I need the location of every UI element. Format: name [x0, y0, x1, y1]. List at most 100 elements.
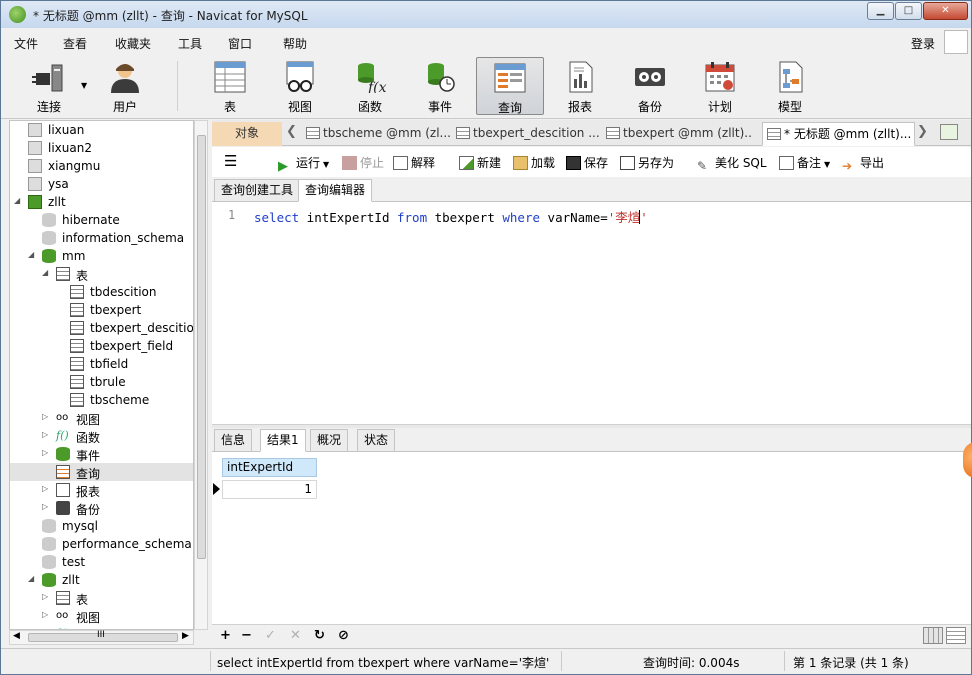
chevron-down-icon[interactable]: ▼	[323, 160, 329, 169]
tab-objects[interactable]: 对象	[212, 122, 282, 146]
menu-favorites[interactable]: 收藏夹	[115, 35, 151, 52]
toolbar-report-button[interactable]: 报表	[546, 57, 614, 115]
menu-tools[interactable]: 工具	[178, 35, 202, 52]
scroll-right-icon[interactable]: ▶	[182, 631, 189, 641]
tree-item-queries[interactable]: 查询	[10, 463, 193, 481]
toolbar-connection-button[interactable]: 连接	[15, 57, 83, 115]
note-button[interactable]: 备注 ▼	[779, 154, 830, 171]
tab-scroll-left-icon[interactable]: ❮	[286, 124, 297, 139]
tree-item-functions[interactable]: ▷ f() 函数	[10, 427, 193, 445]
tree-item-performance-schema[interactable]: performance_schema	[10, 535, 193, 553]
tree-item-lixuan2[interactable]: lixuan2	[10, 139, 193, 157]
toolbar-schedule-button[interactable]: 计划	[686, 57, 754, 115]
collapsed-arrow-icon[interactable]: ▷	[42, 412, 48, 421]
tab-tbexpert-descition[interactable]: tbexpert_descition ...	[452, 122, 602, 146]
tree-item-tbrule[interactable]: tbrule	[10, 373, 193, 391]
toolbar-user-button[interactable]: 用户	[91, 57, 159, 115]
tab-tbscheme[interactable]: tbscheme @mm (zl...	[302, 122, 452, 146]
toolbar-event-button[interactable]: 事件	[406, 57, 474, 115]
expanded-arrow-icon[interactable]: ◢	[28, 574, 34, 583]
expanded-arrow-icon[interactable]: ◢	[42, 268, 48, 277]
tree-item-tbscheme[interactable]: tbscheme	[10, 391, 193, 409]
tree-hscroll-thumb[interactable]: III	[28, 630, 178, 642]
tab-tbexpert[interactable]: tbexpert @mm (zllt)...	[602, 122, 752, 146]
stop-button[interactable]: 停止	[342, 154, 384, 171]
toolbar-model-button[interactable]: 模型	[756, 57, 824, 115]
menu-view[interactable]: 查看	[63, 35, 87, 52]
tab-scroll-right-icon[interactable]: ❯	[917, 124, 928, 139]
toolbar-function-button[interactable]: f(x) 函数	[336, 57, 404, 115]
tab-status[interactable]: 状态	[357, 429, 396, 452]
tree-item-test[interactable]: test	[10, 553, 193, 571]
run-button[interactable]: ▶ 运行 ▼	[278, 154, 329, 174]
tree-item-backups[interactable]: ▷ 备份	[10, 499, 193, 517]
save-button[interactable]: 保存	[566, 154, 608, 171]
apply-changes-icon[interactable]: ✓	[265, 628, 276, 643]
grid-cell[interactable]: 1	[222, 480, 317, 499]
toolbar-table-button[interactable]: 表	[196, 57, 264, 115]
tree-item-tbexpert-descition[interactable]: tbexpert_descition	[10, 319, 193, 337]
tree-scroll-thumb[interactable]	[197, 135, 206, 559]
login-link[interactable]: 登录	[911, 35, 935, 52]
tab-profile[interactable]: 概况	[310, 429, 349, 452]
add-record-icon[interactable]: +	[220, 628, 231, 643]
tree-item-zllt-connection[interactable]: ◢ zllt	[10, 193, 193, 211]
tree-item-tbexpert[interactable]: tbexpert	[10, 301, 193, 319]
tab-query-editor[interactable]: 查询编辑器	[298, 179, 373, 202]
expanded-arrow-icon[interactable]: ◢	[14, 196, 20, 205]
tab-query-builder[interactable]: 查询创建工具	[214, 179, 301, 202]
collapsed-arrow-icon[interactable]: ▷	[42, 502, 48, 511]
collapsed-arrow-icon[interactable]: ▷	[42, 448, 48, 457]
tab-untitled-query[interactable]: * 无标题 @mm (zllt)...	[762, 122, 915, 146]
connection-dropdown-arrow-icon[interactable]: ▼	[81, 81, 87, 90]
grid-view-icon[interactable]	[923, 627, 943, 644]
tree-item-tables[interactable]: ◢ 表	[10, 265, 193, 283]
tree-item-hibernate[interactable]: hibernate	[10, 211, 193, 229]
tree-item-tbdescition[interactable]: tbdescition	[10, 283, 193, 301]
column-header-intexpertid[interactable]: intExpertId	[222, 458, 317, 477]
tree-item-reports[interactable]: ▷ 报表	[10, 481, 193, 499]
beautify-sql-button[interactable]: ✎ 美化 SQL	[697, 154, 767, 173]
export-button[interactable]: ➔ 导出	[842, 154, 884, 173]
tree-item-mysql[interactable]: mysql	[10, 517, 193, 535]
toolbar-query-button[interactable]: 查询	[476, 57, 544, 115]
toolbar-view-button[interactable]: 视图	[266, 57, 334, 115]
tree-item-events[interactable]: ▷ 事件	[10, 445, 193, 463]
chevron-down-icon[interactable]: ▼	[824, 160, 830, 169]
close-button[interactable]: ✕	[923, 2, 968, 20]
tree-item-zllt-tables[interactable]: ▷ 表	[10, 589, 193, 607]
collapsed-arrow-icon[interactable]: ▷	[42, 484, 48, 493]
tree-item-tbfield[interactable]: tbfield	[10, 355, 193, 373]
discard-changes-icon[interactable]: ✕	[290, 628, 301, 643]
refresh-icon[interactable]: ↻	[314, 628, 325, 643]
tree-item-lixuan[interactable]: lixuan	[10, 121, 193, 139]
new-tab-icon[interactable]	[940, 124, 958, 140]
delete-record-icon[interactable]: −	[241, 628, 252, 643]
tree-item-ysa[interactable]: ysa	[10, 175, 193, 193]
stop-load-icon[interactable]: ⊘	[338, 628, 349, 643]
hamburger-menu-icon[interactable]: ☰	[224, 152, 237, 170]
toolbar-backup-button[interactable]: 备份	[616, 57, 684, 115]
tree-item-views[interactable]: ▷ oo 视图	[10, 409, 193, 427]
collapsed-arrow-icon[interactable]: ▷	[42, 430, 48, 439]
sql-code-line[interactable]: select intExpertId from tbexpert where v…	[254, 207, 648, 226]
tree-vertical-scrollbar[interactable]	[194, 120, 208, 630]
tree-item-tbexpert-field[interactable]: tbexpert_field	[10, 337, 193, 355]
tree-item-zllt-views[interactable]: ▷ oo 视图	[10, 607, 193, 625]
tree-item-mm[interactable]: ◢ mm	[10, 247, 193, 265]
tree-horizontal-scrollbar[interactable]: ◀ III ▶	[9, 630, 194, 645]
new-query-button[interactable]: 新建	[459, 154, 501, 171]
maximize-button[interactable]: □	[895, 2, 922, 20]
explain-button[interactable]: 解释	[393, 154, 435, 171]
minimize-button[interactable]: ▁	[867, 2, 894, 20]
tree-item-information-schema[interactable]: information_schema	[10, 229, 193, 247]
sql-editor[interactable]: 1 select intExpertId from tbexpert where…	[212, 202, 971, 424]
collapsed-arrow-icon[interactable]: ▷	[42, 610, 48, 619]
collapsed-arrow-icon[interactable]: ▷	[42, 592, 48, 601]
tab-info[interactable]: 信息	[214, 429, 253, 452]
menu-help[interactable]: 帮助	[283, 35, 307, 52]
login-avatar-icon[interactable]	[944, 30, 968, 54]
scroll-left-icon[interactable]: ◀	[13, 631, 20, 641]
tab-result1[interactable]: 结果1	[260, 429, 306, 452]
form-view-icon[interactable]	[946, 627, 966, 644]
